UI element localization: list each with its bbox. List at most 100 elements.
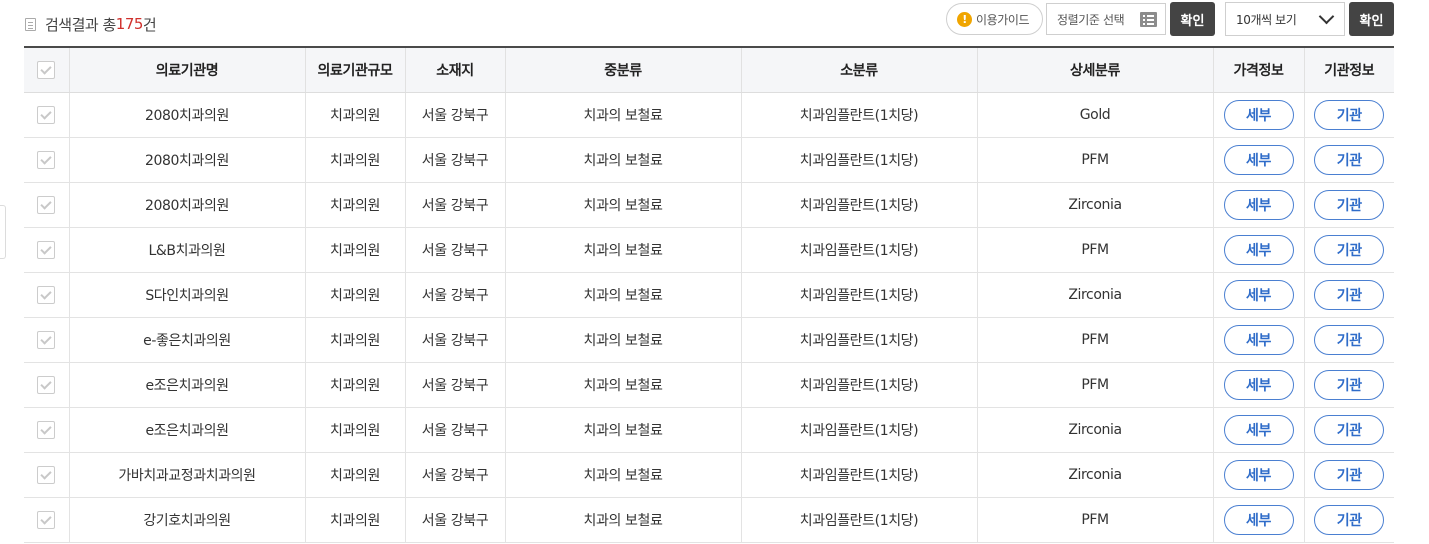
checkbox-icon[interactable] xyxy=(37,375,56,394)
cell-name: 2080치과의원 xyxy=(68,92,305,138)
org-info-button[interactable]: 기관 xyxy=(1314,189,1385,220)
org-info-button[interactable]: 기관 xyxy=(1314,369,1385,400)
cell-name: e조은치과의원 xyxy=(68,407,305,453)
cell-size: 치과의원 xyxy=(304,137,405,183)
row-checkbox-cell[interactable] xyxy=(24,497,69,543)
cell-sub-category: 치과임플란트(1치당) xyxy=(740,452,977,498)
cell-name: L&B치과의원 xyxy=(68,227,305,273)
header-name: 의료기관명 xyxy=(68,46,305,93)
org-info-button[interactable]: 기관 xyxy=(1314,279,1385,310)
result-count-number: 175 xyxy=(115,15,144,33)
price-detail-button[interactable]: 세부 xyxy=(1223,144,1294,175)
table-row: e조은치과의원 치과의원 서울 강북구 치과의 보철료 치과임플란트(1치당) Zirco… xyxy=(24,407,1394,453)
cell-location: 서울 강북구 xyxy=(404,182,505,228)
checkbox-icon[interactable] xyxy=(37,465,56,484)
usage-guide-label: 이용가이드 xyxy=(976,12,1030,27)
cell-name: e조은치과의원 xyxy=(68,362,305,408)
price-detail-button[interactable]: 세부 xyxy=(1223,99,1294,130)
cell-detail-category: PFM xyxy=(976,137,1213,183)
checkbox-icon[interactable] xyxy=(37,240,56,259)
price-detail-button[interactable]: 세부 xyxy=(1223,459,1294,490)
price-detail-button[interactable]: 세부 xyxy=(1223,504,1294,535)
price-detail-button[interactable]: 세부 xyxy=(1223,369,1294,400)
org-info-button[interactable]: 기관 xyxy=(1314,324,1385,355)
cell-name: S다인치과의원 xyxy=(68,272,305,318)
cell-mid-category: 치과의 보철료 xyxy=(504,317,741,363)
cell-mid-category: 치과의 보철료 xyxy=(504,92,741,138)
result-suffix: 건 xyxy=(142,15,157,34)
header-price-info: 가격정보 xyxy=(1212,46,1304,93)
cell-size: 치과의원 xyxy=(304,362,405,408)
checkbox-icon[interactable] xyxy=(37,420,56,439)
page-size-select[interactable]: 10개씩 보기 xyxy=(1225,2,1345,36)
cell-location: 서울 강북구 xyxy=(404,137,505,183)
cell-sub-category: 치과임플란트(1치당) xyxy=(740,92,977,138)
cell-org-info: 기관 xyxy=(1303,362,1394,408)
org-info-button[interactable]: 기관 xyxy=(1314,99,1385,130)
cell-name: 2080치과의원 xyxy=(68,137,305,183)
cell-price-info: 세부 xyxy=(1212,452,1304,498)
exclamation-icon: ! xyxy=(957,11,972,27)
usage-guide-button[interactable]: ! 이용가이드 xyxy=(946,3,1043,35)
price-detail-button[interactable]: 세부 xyxy=(1223,189,1294,220)
checkbox-icon[interactable] xyxy=(37,195,56,214)
header-select-all[interactable] xyxy=(24,46,69,93)
table-row: 2080치과의원 치과의원 서울 강북구 치과의 보철료 치과임플란트(1치당) PFM 세… xyxy=(24,137,1394,183)
table-row: e-좋은치과의원 치과의원 서울 강북구 치과의 보철료 치과임플란트(1치당) PFM 세… xyxy=(24,317,1394,363)
cell-sub-category: 치과임플란트(1치당) xyxy=(740,317,977,363)
chevron-down-icon xyxy=(1318,8,1335,25)
sort-select[interactable]: 정렬기준 선택 xyxy=(1046,3,1166,35)
org-info-button[interactable]: 기관 xyxy=(1314,144,1385,175)
table-row: 2080치과의원 치과의원 서울 강북구 치과의 보철료 치과임플란트(1치당) Zirc… xyxy=(24,182,1394,228)
row-checkbox-cell[interactable] xyxy=(24,272,69,318)
cell-location: 서울 강북구 xyxy=(404,452,505,498)
cell-size: 치과의원 xyxy=(304,452,405,498)
checkbox-icon[interactable] xyxy=(37,105,56,124)
row-checkbox-cell[interactable] xyxy=(24,407,69,453)
row-checkbox-cell[interactable] xyxy=(24,182,69,228)
side-panel-tab[interactable] xyxy=(0,205,6,259)
price-detail-button[interactable]: 세부 xyxy=(1223,414,1294,445)
cell-name: e-좋은치과의원 xyxy=(68,317,305,363)
checkbox-icon[interactable] xyxy=(37,150,56,169)
cell-mid-category: 치과의 보철료 xyxy=(504,227,741,273)
org-info-button[interactable]: 기관 xyxy=(1314,504,1385,535)
row-checkbox-cell[interactable] xyxy=(24,92,69,138)
header-location: 소재지 xyxy=(404,46,505,93)
cell-location: 서울 강북구 xyxy=(404,272,505,318)
price-detail-button[interactable]: 세부 xyxy=(1223,234,1294,265)
cell-mid-category: 치과의 보철료 xyxy=(504,362,741,408)
checkbox-icon[interactable] xyxy=(37,60,56,79)
cell-org-info: 기관 xyxy=(1303,92,1394,138)
cell-sub-category: 치과임플란트(1치당) xyxy=(740,137,977,183)
cell-org-info: 기관 xyxy=(1303,407,1394,453)
row-checkbox-cell[interactable] xyxy=(24,137,69,183)
result-count: 검색결과 총 175 건 xyxy=(25,13,157,35)
price-detail-button[interactable]: 세부 xyxy=(1223,324,1294,355)
row-checkbox-cell[interactable] xyxy=(24,227,69,273)
cell-detail-category: Gold xyxy=(976,92,1213,138)
sort-confirm-button[interactable]: 확인 xyxy=(1170,2,1215,36)
cell-price-info: 세부 xyxy=(1212,407,1304,453)
checkbox-icon[interactable] xyxy=(37,285,56,304)
cell-location: 서울 강북구 xyxy=(404,92,505,138)
org-info-button[interactable]: 기관 xyxy=(1314,414,1385,445)
cell-sub-category: 치과임플란트(1치당) xyxy=(740,497,977,543)
org-info-button[interactable]: 기관 xyxy=(1314,459,1385,490)
row-checkbox-cell[interactable] xyxy=(24,452,69,498)
checkbox-icon[interactable] xyxy=(37,510,56,529)
checkbox-icon[interactable] xyxy=(37,330,56,349)
org-info-button[interactable]: 기관 xyxy=(1314,234,1385,265)
cell-location: 서울 강북구 xyxy=(404,497,505,543)
price-detail-button[interactable]: 세부 xyxy=(1223,279,1294,310)
header-detail-category: 상세분류 xyxy=(976,46,1213,93)
cell-detail-category: PFM xyxy=(976,362,1213,408)
row-checkbox-cell[interactable] xyxy=(24,362,69,408)
cell-org-info: 기관 xyxy=(1303,182,1394,228)
cell-mid-category: 치과의 보철료 xyxy=(504,182,741,228)
cell-name: 2080치과의원 xyxy=(68,182,305,228)
row-checkbox-cell[interactable] xyxy=(24,317,69,363)
page-size-label: 10개씩 보기 xyxy=(1236,12,1297,27)
header-org-info: 기관정보 xyxy=(1303,46,1394,93)
page-size-confirm-button[interactable]: 확인 xyxy=(1349,2,1394,36)
